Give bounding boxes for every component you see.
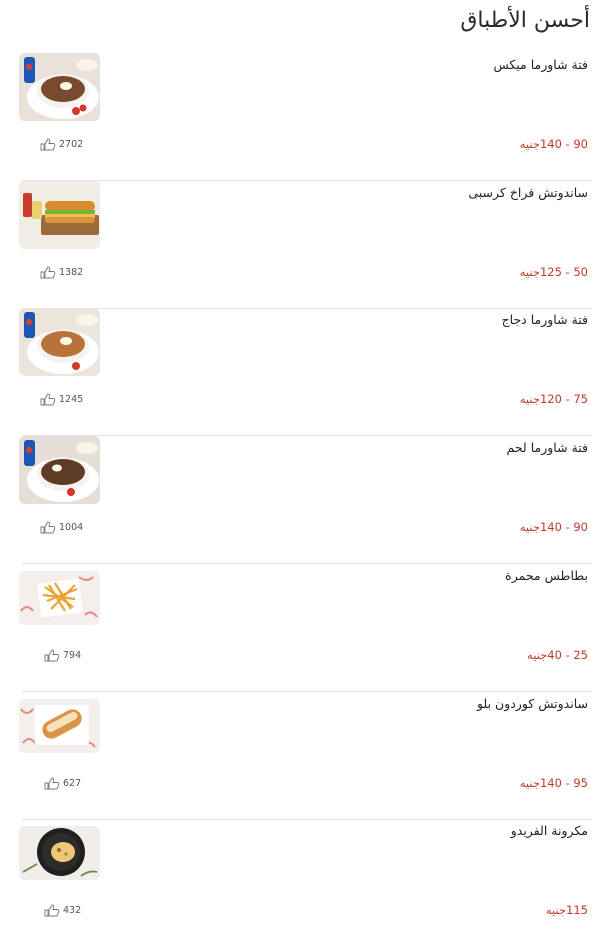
like-count-value: 794 [63,650,82,661]
like-count-value: 1382 [59,267,84,278]
like-count-value: 1245 [59,394,84,405]
dish-name[interactable]: ساندوتش فراخ كرسبى [468,185,588,200]
dish-photo[interactable] [19,571,100,625]
dish-name[interactable]: فتة شاورما لحم [507,440,588,455]
like-count-value: 627 [63,778,82,789]
thumbs-up-icon[interactable] [40,393,56,406]
dish-price: 95 - 140جنيه [519,776,588,790]
thumbs-up-icon[interactable] [40,138,56,151]
like-count[interactable]: 1004 [40,521,83,534]
dish-name[interactable]: بطاطس محمرة [505,568,588,583]
page-title: أحسن الأطباق [460,8,590,33]
dish-photo[interactable] [19,436,100,504]
dish-name[interactable]: فتة شاورما ميكس [493,57,588,72]
dish-price: 90 - 140جنيه [519,137,588,151]
dish-card[interactable]: بطاطس محمرة 25 - 40جنيه 794 [19,564,592,692]
dish-price: 90 - 140جنيه [519,520,588,534]
thumbs-up-icon[interactable] [44,777,60,790]
like-count-value: 432 [63,905,82,916]
dish-photo[interactable] [19,181,100,249]
dish-price: 25 - 40جنيه [527,648,588,662]
dish-card[interactable]: ساندوتش فراخ كرسبى 50 - 125جنيه 1382 [19,181,592,309]
dish-card[interactable]: ساندوتش كوردون بلو 95 - 140جنيه 627 [19,692,592,820]
dish-name[interactable]: ساندوتش كوردون بلو [477,696,588,711]
dish-photo[interactable] [19,53,100,121]
like-count[interactable]: 1245 [40,393,83,406]
thumbs-up-icon[interactable] [40,521,56,534]
dish-price: 50 - 125جنيه [519,265,588,279]
dish-photo[interactable] [19,826,100,880]
dish-price: 75 - 120جنيه [519,392,588,406]
dish-card[interactable]: فتة شاورما ميكس 90 - 140جنيه 2702 [19,53,592,181]
thumbs-up-icon[interactable] [40,266,56,279]
like-count-value: 1004 [59,522,84,533]
like-count[interactable]: 627 [44,777,81,790]
dish-name[interactable]: مكرونة الفريدو [511,823,588,838]
like-count[interactable]: 2702 [40,138,83,151]
dish-name[interactable]: فتة شاورما دجاج [502,312,588,327]
thumbs-up-icon[interactable] [44,904,60,917]
dish-photo[interactable] [19,308,100,376]
thumbs-up-icon[interactable] [44,649,60,662]
like-count[interactable]: 1382 [40,266,83,279]
dish-card[interactable]: فتة شاورما دجاج 75 - 120جنيه 1245 [19,308,592,436]
dish-card[interactable]: فتة شاورما لحم 90 - 140جنيه 1004 [19,436,592,564]
like-count[interactable]: 794 [44,649,81,662]
dish-price: 115جنيه [545,903,588,917]
dish-card[interactable]: مكرونة الفريدو 115جنيه 432 [19,819,592,930]
like-count[interactable]: 432 [44,904,81,917]
like-count-value: 2702 [59,139,84,150]
dish-photo[interactable] [19,699,100,753]
